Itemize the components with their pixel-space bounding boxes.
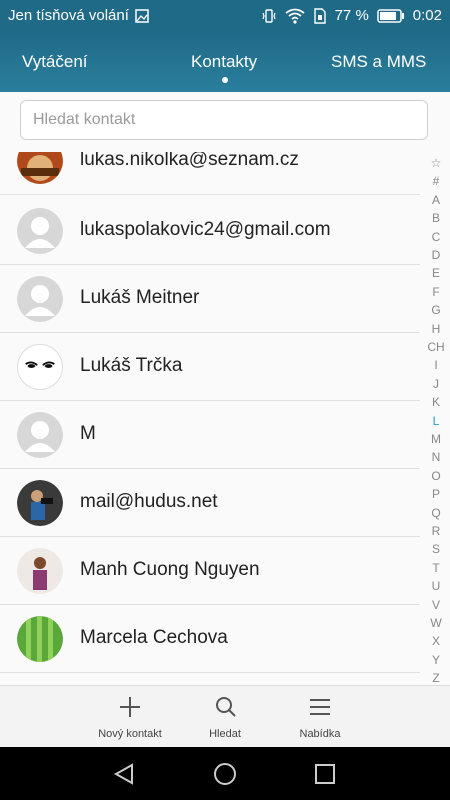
sim-icon	[313, 7, 326, 24]
contact-name: M	[80, 423, 96, 444]
contact-name: lukaspolakovic24@gmail.com	[80, 219, 331, 240]
index-letter[interactable]: R	[422, 524, 450, 538]
contact-list[interactable]: lukas.nikolka@seznam.cz lukaspolakovic24…	[0, 152, 420, 685]
home-icon[interactable]	[213, 762, 237, 786]
index-letter[interactable]: T	[422, 561, 450, 575]
list-item[interactable]: mail@hudus.net	[0, 469, 420, 537]
search-input[interactable]	[20, 100, 428, 140]
carrier-text: Jen tísňová volání	[8, 7, 129, 24]
search-area	[0, 92, 450, 152]
index-letter[interactable]: Z	[422, 671, 450, 685]
index-letter[interactable]: N	[422, 450, 450, 464]
list-item[interactable]: M	[0, 401, 420, 469]
image-notification-icon	[135, 8, 149, 23]
tab-contacts[interactable]: Kontakty	[191, 52, 257, 72]
list-item[interactable]: Manh Cuong Nguyen	[0, 537, 420, 605]
index-letter[interactable]: Y	[422, 653, 450, 667]
index-letter[interactable]: L	[422, 414, 450, 428]
index-letter[interactable]: D	[422, 248, 450, 262]
index-letter[interactable]: Q	[422, 506, 450, 520]
alphabet-index[interactable]: ☆ # A B C D E F G H CH I J K L M N O P Q R S T U V W X Y Z	[422, 152, 450, 685]
contact-name: Lukáš Trčka	[80, 355, 183, 376]
index-letter[interactable]: V	[422, 598, 450, 612]
index-letter[interactable]: G	[422, 303, 450, 317]
avatar	[17, 152, 63, 184]
avatar	[17, 548, 63, 594]
avatar	[17, 344, 63, 390]
list-item[interactable]: Marcela Cechova	[0, 605, 420, 673]
bottom-action-bar: Nový kontakt Hledat Nabídka	[0, 685, 450, 748]
new-contact-label: Nový kontakt	[98, 728, 162, 740]
status-left: Jen tísňová volání	[8, 7, 149, 24]
index-letter[interactable]: U	[422, 579, 450, 593]
index-letter[interactable]: A	[422, 193, 450, 207]
navigation-bar	[0, 747, 450, 800]
index-letter[interactable]: H	[422, 322, 450, 336]
avatar	[17, 276, 63, 322]
index-letter[interactable]: S	[422, 542, 450, 556]
index-letter[interactable]: F	[422, 285, 450, 299]
status-right: 77 % 0:02	[261, 7, 442, 24]
avatar	[17, 208, 63, 254]
index-letter[interactable]: M	[422, 432, 450, 446]
index-letter[interactable]: ☆	[422, 156, 450, 170]
avatar	[17, 480, 63, 526]
avatar	[17, 616, 63, 662]
new-contact-button[interactable]: Nový kontakt	[85, 686, 175, 748]
index-letter[interactable]: W	[422, 616, 450, 630]
index-letter[interactable]: I	[422, 358, 450, 372]
battery-percent: 77 %	[334, 7, 369, 24]
tab-dialer[interactable]: Vytáčení	[22, 52, 88, 72]
menu-label: Nabídka	[299, 728, 341, 740]
index-letter[interactable]: J	[422, 377, 450, 391]
avatar	[17, 412, 63, 458]
vibrate-icon	[262, 8, 276, 23]
list-item[interactable]: Lukáš Trčka	[0, 333, 420, 401]
plus-icon	[120, 697, 140, 717]
active-tab-indicator	[222, 77, 228, 83]
index-letter[interactable]: B	[422, 211, 450, 225]
back-icon[interactable]	[112, 763, 136, 785]
battery-icon	[377, 8, 404, 23]
index-letter[interactable]: E	[422, 266, 450, 280]
wifi-icon	[285, 8, 305, 24]
index-letter[interactable]: K	[422, 395, 450, 409]
tab-messages[interactable]: SMS a MMS	[331, 52, 426, 72]
search-icon	[216, 697, 236, 717]
menu-icon	[310, 699, 330, 715]
menu-button[interactable]: Nabídka	[275, 686, 365, 748]
recents-icon[interactable]	[314, 763, 336, 785]
index-letter[interactable]: O	[422, 469, 450, 483]
index-letter[interactable]: X	[422, 634, 450, 648]
list-item[interactable]: Lukáš Meitner	[0, 265, 420, 333]
search-label: Hledat	[209, 728, 241, 740]
contact-name: Lukáš Meitner	[80, 287, 200, 308]
index-letter[interactable]: CH	[422, 340, 450, 354]
contact-name: mail@hudus.net	[80, 491, 218, 512]
clock: 0:02	[412, 7, 442, 24]
status-bar: Jen tísňová volání 77 % 0:02	[0, 0, 450, 32]
contact-name: Manh Cuong Nguyen	[80, 559, 260, 580]
index-letter[interactable]: #	[422, 174, 450, 188]
app-bar: Vytáčení Kontakty SMS a MMS	[0, 32, 450, 92]
search-button[interactable]: Hledat	[180, 686, 270, 748]
index-letter[interactable]: C	[422, 230, 450, 244]
index-letter[interactable]: P	[422, 487, 450, 501]
contact-name: Marcela Cechova	[80, 627, 228, 648]
list-item[interactable]: lukaspolakovic24@gmail.com	[0, 197, 420, 265]
contact-name: lukas.nikolka@seznam.cz	[80, 152, 299, 170]
list-item[interactable]: lukas.nikolka@seznam.cz	[0, 152, 420, 195]
